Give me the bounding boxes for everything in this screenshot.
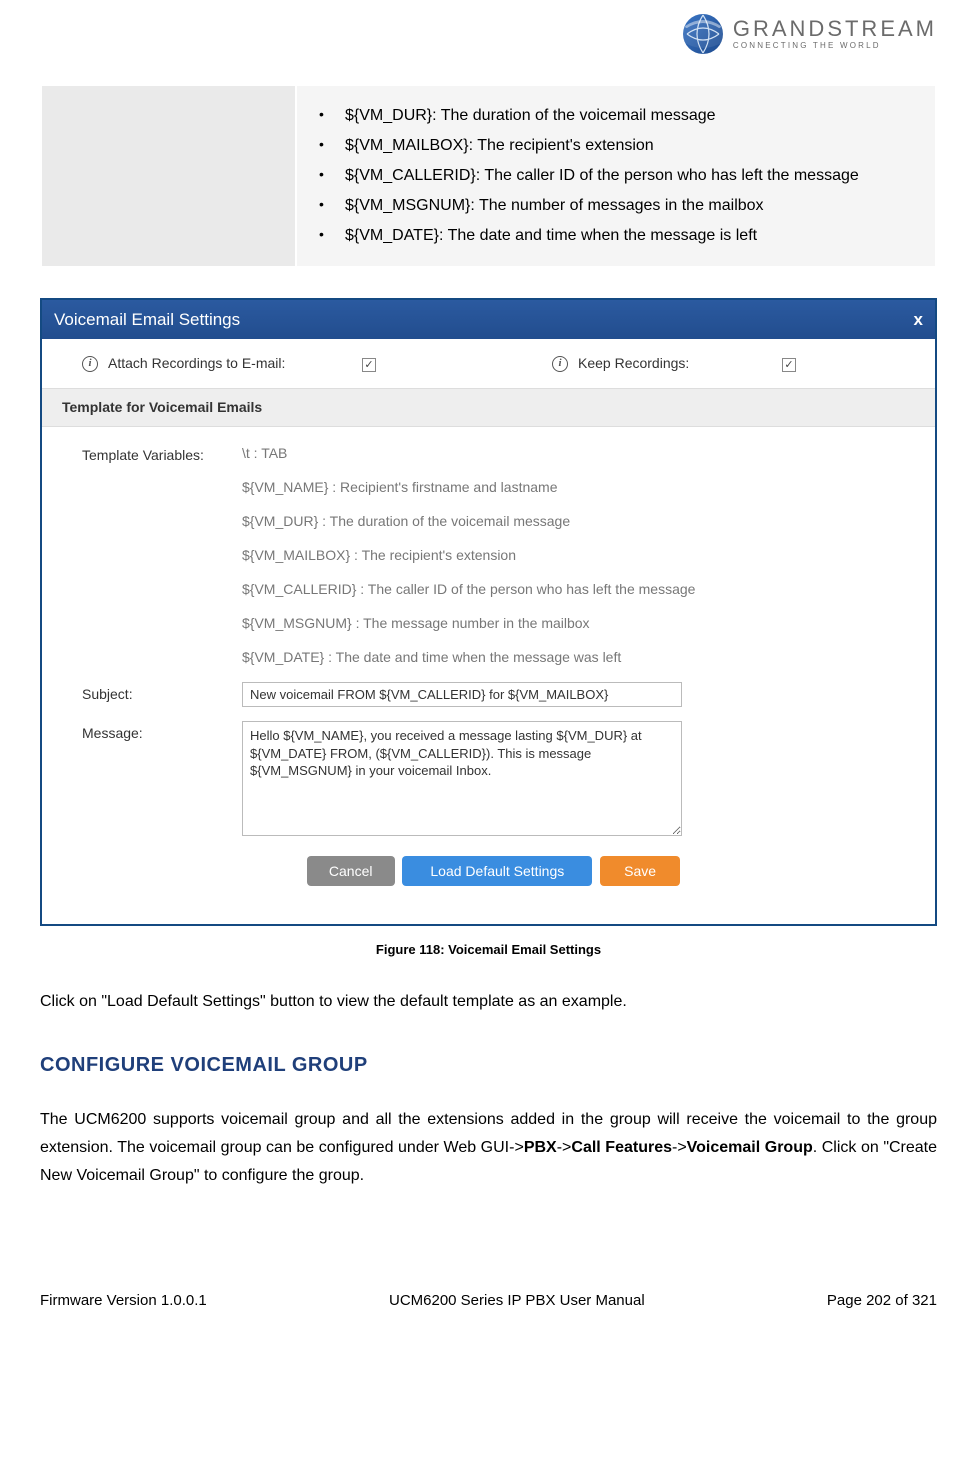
page-footer: Firmware Version 1.0.0.1 UCM6200 Series … (40, 1250, 937, 1337)
variables-table: ${VM_DUR}: The duration of the voicemail… (40, 84, 937, 268)
brand-logo-area: GRANDSTREAM CONNECTING THE WORLD (40, 0, 937, 84)
template-variable-item: ${VM_DATE} : The date and time when the … (242, 647, 695, 668)
subject-input[interactable] (242, 682, 682, 707)
variable-item: ${VM_DATE}: The date and time when the m… (345, 224, 917, 248)
dialog-titlebar: Voicemail Email Settings x (42, 300, 935, 340)
template-variable-item: ${VM_NAME} : Recipient's firstname and l… (242, 477, 695, 498)
variable-item: ${VM_MSGNUM}: The number of messages in … (345, 194, 917, 218)
template-variable-item: ${VM_MSGNUM} : The message number in the… (242, 613, 695, 634)
dialog-title: Voicemail Email Settings (54, 307, 240, 333)
variables-table-left-cell (41, 85, 296, 267)
attach-recordings-label: Attach Recordings to E-mail: (108, 353, 285, 374)
logo-brand-text: GRANDSTREAM (733, 18, 937, 40)
variables-table-right-cell: ${VM_DUR}: The duration of the voicemail… (296, 85, 936, 267)
variable-item: ${VM_MAILBOX}: The recipient's extension (345, 134, 917, 158)
info-icon[interactable]: i (552, 356, 568, 372)
close-icon[interactable]: x (914, 307, 923, 333)
template-variables-label: Template Variables: (82, 443, 242, 668)
template-variable-item: ${VM_DUR} : The duration of the voicemai… (242, 511, 695, 532)
load-default-settings-button[interactable]: Load Default Settings (402, 856, 592, 886)
template-variable-item: ${VM_MAILBOX} : The recipient's extensio… (242, 545, 695, 566)
variable-item: ${VM_CALLERID}: The caller ID of the per… (345, 164, 917, 188)
footer-page-number: Page 202 of 321 (827, 1290, 937, 1313)
keep-recordings-label: Keep Recordings: (578, 353, 689, 374)
cancel-button[interactable]: Cancel (307, 856, 395, 886)
message-label: Message: (82, 721, 242, 836)
load-default-hint-paragraph: Click on "Load Default Settings" button … (40, 990, 937, 1014)
message-textarea[interactable] (242, 721, 682, 836)
logo-tagline-text: CONNECTING THE WORLD (733, 42, 881, 50)
info-icon[interactable]: i (82, 356, 98, 372)
template-variables-list: \t : TAB ${VM_NAME} : Recipient's firstn… (242, 443, 695, 668)
keep-recordings-checkbox[interactable]: ✓ (782, 358, 796, 372)
footer-firmware-version: Firmware Version 1.0.0.1 (40, 1290, 207, 1313)
template-variable-item: ${VM_CALLERID} : The caller ID of the pe… (242, 579, 695, 600)
configure-voicemail-group-heading: CONFIGURE VOICEMAIL GROUP (40, 1050, 937, 1080)
figure-caption: Figure 118: Voicemail Email Settings (40, 940, 937, 960)
attach-recordings-checkbox[interactable]: ✓ (362, 358, 376, 372)
save-button[interactable]: Save (600, 856, 680, 886)
template-variable-item: \t : TAB (242, 443, 695, 464)
footer-manual-title: UCM6200 Series IP PBX User Manual (389, 1290, 645, 1313)
template-section-header: Template for Voicemail Emails (42, 388, 935, 427)
voicemail-group-paragraph: The UCM6200 supports voicemail group and… (40, 1106, 937, 1190)
subject-label: Subject: (82, 682, 242, 707)
variable-item: ${VM_DUR}: The duration of the voicemail… (345, 104, 917, 128)
grandstream-globe-icon (681, 12, 725, 56)
voicemail-email-settings-dialog: Voicemail Email Settings x i Attach Reco… (40, 298, 937, 927)
